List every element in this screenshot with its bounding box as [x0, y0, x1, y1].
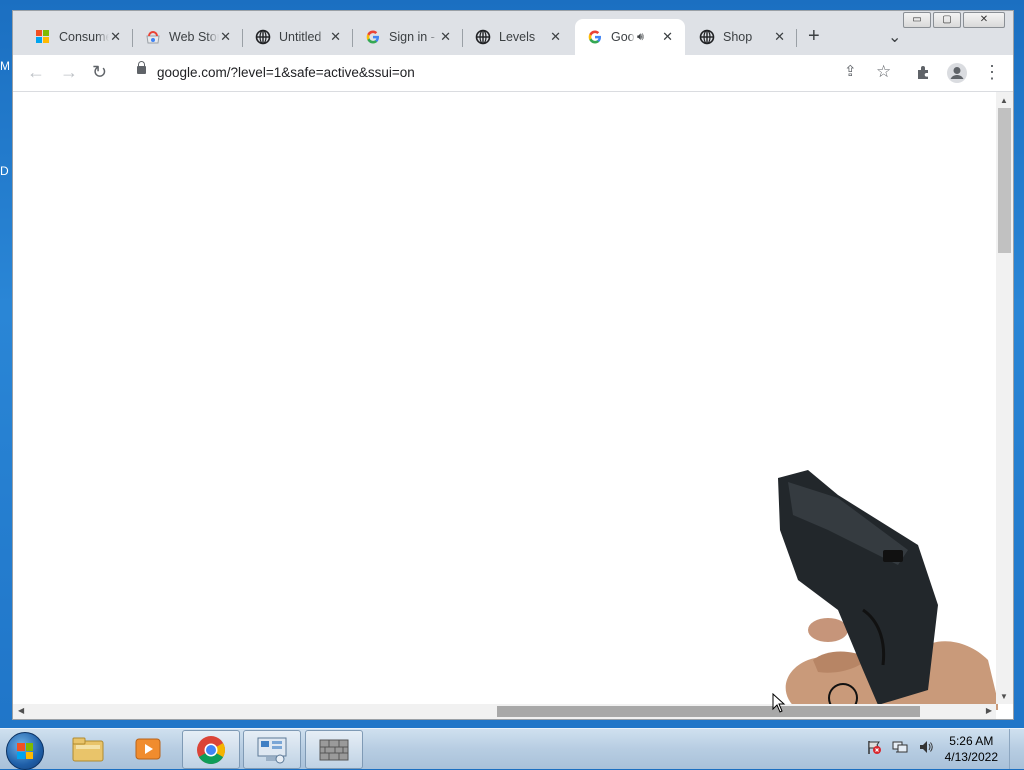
tab-web-store[interactable]: Web Store ✕: [133, 19, 243, 55]
tab-title: Shop: [723, 30, 753, 44]
tab-close-icon[interactable]: ✕: [440, 29, 451, 45]
back-button[interactable]: ←: [27, 63, 45, 81]
horizontal-scrollbar[interactable]: ◀ ▶: [13, 704, 996, 719]
volume-icon[interactable]: [918, 739, 934, 758]
google-icon: [365, 29, 381, 45]
system-clock[interactable]: 5:26 AM 4/13/2022: [945, 733, 998, 765]
profile-icon[interactable]: [946, 62, 968, 87]
forward-button[interactable]: →: [60, 63, 78, 81]
reload-button[interactable]: ↻: [92, 63, 107, 81]
microsoft-icon: [35, 29, 51, 45]
maximize-button[interactable]: ▢: [933, 12, 961, 28]
webstore-icon: [145, 29, 161, 45]
minimize-button[interactable]: ▭: [903, 12, 931, 28]
system-tray: [866, 739, 934, 758]
clock-time: 5:26 AM: [949, 734, 994, 748]
menu-button[interactable]: ⋮: [983, 63, 1001, 81]
share-icon[interactable]: ⇪: [844, 63, 857, 81]
tab-close-icon[interactable]: ✕: [110, 29, 121, 45]
start-button[interactable]: [6, 732, 44, 770]
extensions-icon[interactable]: [915, 64, 931, 83]
action-center-icon[interactable]: [866, 739, 882, 758]
mouse-cursor-icon: [772, 692, 786, 718]
vertical-scroll-thumb[interactable]: [998, 108, 1011, 253]
page-viewport[interactable]: ▲ ▼ ◀ ▶: [13, 92, 1013, 719]
close-button[interactable]: ✕: [963, 12, 1005, 28]
browser-toolbar: ← → ↻ google.com/?level=1&safe=active&ss…: [13, 55, 1013, 92]
scroll-right-arrow-icon[interactable]: ▶: [986, 706, 992, 715]
explorer-icon[interactable]: [60, 730, 116, 767]
desktop-icon-label: M: [0, 59, 10, 73]
firewall-icon[interactable]: [305, 730, 363, 769]
control-panel-icon[interactable]: [243, 730, 301, 769]
globe-icon: [699, 29, 715, 45]
tab-close-icon[interactable]: ✕: [550, 29, 561, 45]
new-tab-button[interactable]: +: [808, 25, 820, 48]
globe-icon: [255, 29, 271, 45]
scroll-down-arrow-icon[interactable]: ▼: [1000, 692, 1008, 701]
scroll-left-arrow-icon[interactable]: ◀: [18, 706, 24, 715]
scroll-up-arrow-icon[interactable]: ▲: [1000, 96, 1008, 105]
tab-close-icon[interactable]: ✕: [662, 29, 673, 45]
vertical-scrollbar[interactable]: ▲ ▼: [996, 92, 1013, 704]
network-icon[interactable]: [892, 739, 908, 758]
clock-date: 4/13/2022: [944, 750, 998, 764]
tab-untitled[interactable]: Untitled ✕: [243, 19, 353, 55]
windows-logo-icon: [17, 743, 33, 759]
chrome-icon[interactable]: [182, 730, 240, 769]
tab-title: Sign in -: [389, 30, 435, 44]
horizontal-scroll-thumb[interactable]: [497, 706, 920, 717]
tab-close-icon[interactable]: ✕: [774, 29, 785, 45]
url-text[interactable]: google.com/?level=1&safe=active&ssui=on: [157, 65, 415, 80]
desktop-icon-label: D: [0, 164, 9, 178]
tab-close-icon[interactable]: ✕: [220, 29, 231, 45]
browser-window: ▭ ▢ ✕ Consumer ✕ Web Store ✕ Untitled ✕: [12, 10, 1014, 720]
address-bar[interactable]: google.com/?level=1&safe=active&ssui=on: [125, 58, 905, 88]
tab-sign-in[interactable]: Sign in - ✕: [353, 19, 463, 55]
speaker-icon[interactable]: 🔊︎: [637, 31, 644, 44]
tab-levels[interactable]: Levels ✕: [463, 19, 573, 55]
lock-icon[interactable]: [137, 61, 146, 74]
tab-title: Untitled: [279, 30, 322, 44]
tab-strip: Consumer ✕ Web Store ✕ Untitled ✕ Sign i…: [13, 19, 1013, 55]
tab-title: Goo: [611, 30, 635, 44]
tab-title: Consumer: [59, 30, 109, 44]
window-controls: ▭ ▢ ✕: [903, 12, 1005, 28]
tab-title: Levels: [499, 30, 536, 44]
tab-search-button[interactable]: ⌄: [888, 27, 901, 47]
show-desktop-button[interactable]: [1009, 729, 1024, 769]
google-icon: [587, 29, 603, 45]
tab-consumer[interactable]: Consumer ✕: [23, 19, 133, 55]
tab-shop[interactable]: Shop ✕: [687, 19, 797, 55]
globe-icon: [475, 29, 491, 45]
taskbar: 5:26 AM 4/13/2022: [0, 728, 1024, 770]
tab-title: Web Store: [169, 30, 219, 44]
pistol-hand-image: [768, 470, 1000, 715]
tab-google-active[interactable]: Goo 🔊︎ ✕: [575, 19, 685, 55]
bookmark-star-icon[interactable]: ☆: [876, 63, 891, 81]
media-player-icon[interactable]: [120, 730, 176, 767]
tab-close-icon[interactable]: ✕: [330, 29, 341, 45]
